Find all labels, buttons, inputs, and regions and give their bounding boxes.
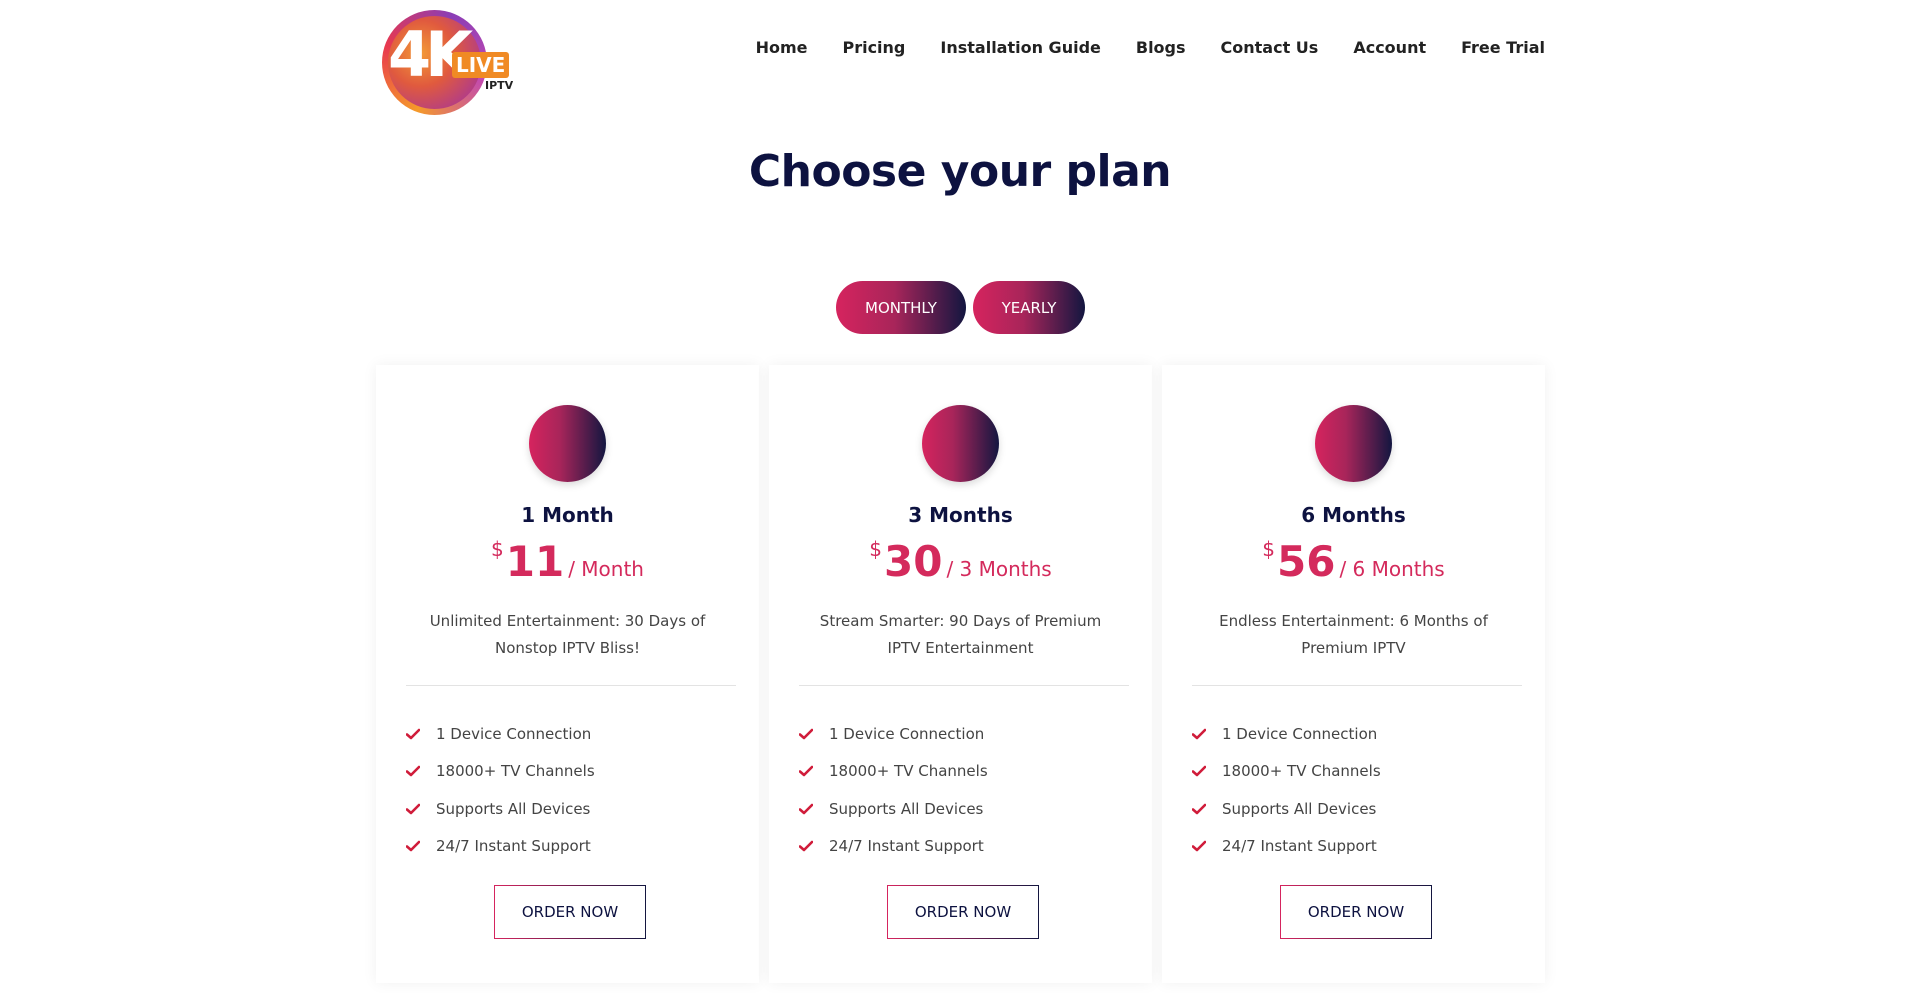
price-currency: $ [869, 537, 882, 561]
billing-toggle: MONTHLY YEARLY [836, 281, 1085, 334]
plan-description: Stream Smarter: 90 Days of Premium IPTV … [819, 612, 1102, 657]
plan-circle-icon [1315, 405, 1392, 482]
plan-name: 3 Months [908, 503, 1013, 527]
check-icon [1192, 803, 1206, 815]
price-currency: $ [491, 537, 504, 561]
nav-home[interactable]: Home [756, 38, 808, 57]
feature-item: Supports All Devices [406, 790, 595, 828]
feature-label: 24/7 Instant Support [436, 837, 591, 856]
feature-list: 1 Device Connection 18000+ TV Channels S… [799, 715, 988, 865]
price-amount: 30 [883, 537, 943, 586]
logo-sub: IPTV [485, 79, 514, 92]
feature-item: 1 Device Connection [406, 715, 595, 753]
price-period: / 3 Months [946, 557, 1052, 581]
check-icon [799, 840, 813, 852]
main-nav: Home Pricing Installation Guide Blogs Co… [721, 38, 1545, 57]
check-icon [406, 765, 420, 777]
plan-price: $ 30 / 3 Months [769, 537, 1152, 586]
check-icon [1192, 728, 1206, 740]
feature-list: 1 Device Connection 18000+ TV Channels S… [406, 715, 595, 865]
card-divider [799, 685, 1129, 686]
feature-label: 18000+ TV Channels [829, 762, 988, 781]
feature-item: 18000+ TV Channels [406, 753, 595, 791]
check-icon [406, 840, 420, 852]
nav-free-trial[interactable]: Free Trial [1461, 38, 1545, 57]
nav-pricing[interactable]: Pricing [842, 38, 905, 57]
plan-description: Unlimited Entertainment: 30 Days of Nons… [429, 612, 706, 657]
card-divider [406, 685, 736, 686]
price-period: / 6 Months [1339, 557, 1445, 581]
feature-item: 18000+ TV Channels [1192, 753, 1381, 791]
feature-item: 24/7 Instant Support [799, 828, 988, 866]
check-icon [406, 803, 420, 815]
card-divider [1192, 685, 1522, 686]
site-logo[interactable]: 4K LIVE IPTV [382, 10, 522, 118]
monthly-toggle-button[interactable]: MONTHLY [836, 281, 966, 334]
page-title: Choose your plan [748, 146, 1172, 197]
price-amount: 11 [505, 537, 565, 586]
plan-circle-icon [529, 405, 606, 482]
feature-item: 1 Device Connection [799, 715, 988, 753]
feature-label: Supports All Devices [436, 799, 591, 818]
feature-item: 24/7 Instant Support [1192, 828, 1381, 866]
nav-account[interactable]: Account [1353, 38, 1426, 57]
plan-card-1-month: 1 Month $ 11 / Month Unlimited Entertain… [376, 365, 759, 983]
check-icon [1192, 840, 1206, 852]
check-icon [799, 803, 813, 815]
nav-installation-guide[interactable]: Installation Guide [940, 38, 1100, 57]
feature-label: 24/7 Instant Support [829, 837, 984, 856]
feature-label: 1 Device Connection [1222, 724, 1378, 743]
plan-price: $ 56 / 6 Months [1162, 537, 1545, 586]
plan-card-3-months: 3 Months $ 30 / 3 Months Stream Smarter:… [769, 365, 1152, 983]
feature-item: 24/7 Instant Support [406, 828, 595, 866]
feature-label: 1 Device Connection [436, 724, 592, 743]
pricing-cards: 1 Month $ 11 / Month Unlimited Entertain… [376, 365, 1545, 983]
plan-description: Endless Entertainment: 6 Months of Premi… [1219, 612, 1488, 657]
check-icon [1192, 765, 1206, 777]
check-icon [406, 728, 420, 740]
yearly-toggle-button[interactable]: YEARLY [973, 281, 1085, 334]
feature-item: 18000+ TV Channels [799, 753, 988, 791]
nav-contact-us[interactable]: Contact Us [1221, 38, 1319, 57]
feature-label: Supports All Devices [1222, 799, 1377, 818]
check-icon [799, 765, 813, 777]
price-amount: 56 [1276, 537, 1336, 586]
plan-card-6-months: 6 Months $ 56 / 6 Months Endless Enterta… [1162, 365, 1545, 983]
logo-badge: LIVE [452, 52, 510, 78]
plan-circle-icon [922, 405, 999, 482]
feature-list: 1 Device Connection 18000+ TV Channels S… [1192, 715, 1381, 865]
price-period: / Month [568, 557, 644, 581]
plan-name: 1 Month [521, 503, 614, 527]
feature-item: 1 Device Connection [1192, 715, 1381, 753]
feature-item: Supports All Devices [799, 790, 988, 828]
feature-label: 24/7 Instant Support [1222, 837, 1377, 856]
nav-blogs[interactable]: Blogs [1136, 38, 1186, 57]
check-icon [799, 728, 813, 740]
order-now-button[interactable]: ORDER NOW [494, 885, 646, 939]
plan-name: 6 Months [1301, 503, 1406, 527]
feature-item: Supports All Devices [1192, 790, 1381, 828]
order-now-button[interactable]: ORDER NOW [1280, 885, 1432, 939]
feature-label: 1 Device Connection [829, 724, 985, 743]
feature-label: Supports All Devices [829, 799, 984, 818]
site-header: 4K LIVE IPTV Home Pricing Installation G… [0, 0, 1920, 120]
price-currency: $ [1262, 537, 1275, 561]
feature-label: 18000+ TV Channels [1222, 762, 1381, 781]
order-now-button[interactable]: ORDER NOW [887, 885, 1039, 939]
plan-price: $ 11 / Month [376, 537, 759, 586]
feature-label: 18000+ TV Channels [436, 762, 595, 781]
